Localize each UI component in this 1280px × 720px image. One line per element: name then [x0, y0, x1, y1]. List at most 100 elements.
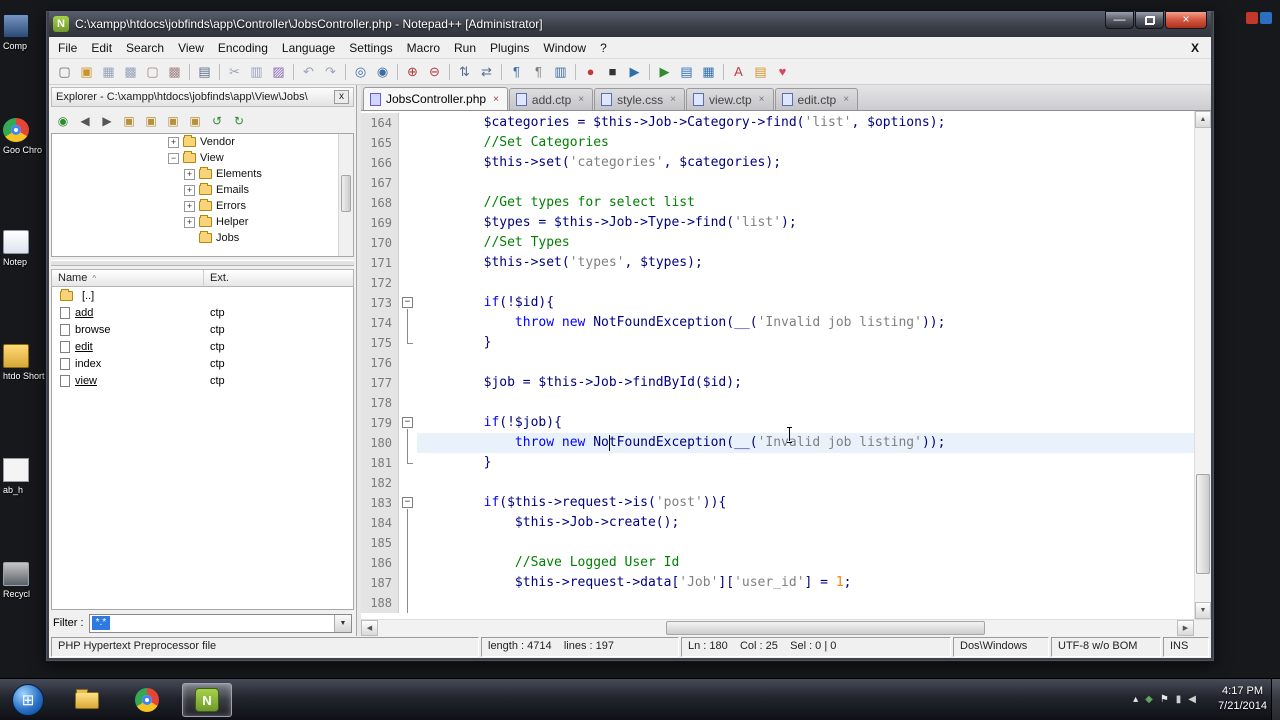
tab-edit-ctp[interactable]: edit.ctp × — [774, 88, 859, 110]
tab-style-css[interactable]: style.css × — [594, 88, 685, 110]
fold-collapse-icon[interactable]: − — [402, 497, 413, 508]
scroll-up-icon[interactable]: ▲ — [1195, 111, 1211, 128]
column-header-name[interactable]: Name ^ — [52, 270, 204, 286]
fold-collapse-icon[interactable]: − — [402, 417, 413, 428]
fold-marker[interactable]: − — [399, 493, 417, 513]
code-line-165[interactable]: 165 //Set Categories — [361, 133, 1194, 153]
tree-item-view[interactable]: − View — [52, 150, 353, 166]
taskbar-chrome-button[interactable] — [122, 683, 172, 717]
sync-vertical-icon[interactable]: ⇅ — [454, 61, 475, 82]
explorer-refresh-all-icon[interactable]: ↻ — [229, 112, 249, 131]
file-row-browse[interactable]: browse ctp — [52, 321, 353, 338]
zoom-out-icon[interactable]: ⊖ — [424, 61, 445, 82]
menu-settings[interactable]: Settings — [342, 39, 399, 57]
tree-item-helper[interactable]: + Helper — [52, 214, 353, 230]
tab-close-icon[interactable]: × — [841, 94, 851, 105]
scroll-left-icon[interactable]: ◀ — [361, 620, 378, 636]
code-line-180[interactable]: 180 throw new NotFoundException(__('Inva… — [361, 433, 1194, 453]
taskbar-clock[interactable]: 4:17 PM 7/21/2014 — [1218, 684, 1267, 714]
replace-icon[interactable]: ◉ — [372, 61, 393, 82]
vertical-scrollbar-thumb[interactable] — [1196, 474, 1210, 574]
open-file-icon[interactable]: ▣ — [76, 61, 97, 82]
word-wrap-icon[interactable]: ¶ — [506, 61, 527, 82]
code-line-172[interactable]: 172 — [361, 273, 1194, 293]
explorer-info-icon[interactable]: ◉ — [53, 112, 73, 131]
column-header-ext[interactable]: Ext. — [204, 270, 353, 286]
code-line-182[interactable]: 182 — [361, 473, 1194, 493]
spell-check-icon[interactable]: A — [728, 61, 749, 82]
doc-map-icon[interactable]: ▦ — [698, 61, 719, 82]
desktop-icon-htdocs-shortcut[interactable]: htdo Short — [3, 344, 45, 381]
filter-combobox[interactable]: *.* ▼ — [88, 613, 352, 633]
menu-window[interactable]: Window — [536, 39, 593, 57]
show-hidden-icons-icon[interactable]: ▴ — [1133, 694, 1138, 705]
desktop-icon-ab-h[interactable]: ab_h — [3, 458, 45, 495]
network-icon[interactable]: ▮ — [1176, 694, 1182, 705]
start-button[interactable]: ⊞ — [12, 684, 44, 716]
save-all-icon[interactable]: ▩ — [120, 61, 141, 82]
tab-close-icon[interactable]: × — [576, 94, 586, 105]
editor-vertical-scrollbar[interactable]: ▲ ▼ — [1194, 111, 1211, 619]
new-file-icon[interactable]: ▢ — [54, 61, 75, 82]
file-row-index[interactable]: index ctp — [52, 355, 353, 372]
menu-encoding[interactable]: Encoding — [211, 39, 275, 57]
tree-item-jobs[interactable]: Jobs — [52, 230, 353, 246]
macro-play-icon[interactable]: ▶ — [624, 61, 645, 82]
taskbar-notepadpp-button[interactable]: N — [182, 683, 232, 717]
find-icon[interactable]: ◎ — [350, 61, 371, 82]
menu-close-button[interactable]: X — [1181, 41, 1209, 55]
menu-file[interactable]: File — [51, 39, 84, 57]
code-line-168[interactable]: 168 //Get types for select list — [361, 193, 1194, 213]
desktop-icon-recycle-bin[interactable]: Recycl — [3, 562, 45, 599]
code-line-183[interactable]: 183− if($this->request->is('post')){ — [361, 493, 1194, 513]
volume-icon[interactable]: ◀ — [1188, 694, 1196, 705]
menu-plugins[interactable]: Plugins — [483, 39, 536, 57]
plus-toggle-icon[interactable]: + — [184, 216, 195, 228]
explorer-forward-icon[interactable]: ▶ — [97, 112, 117, 131]
tab-view-ctp[interactable]: view.ctp × — [685, 88, 774, 110]
explorer-close-icon[interactable]: x — [334, 90, 349, 104]
explorer-splitter[interactable] — [51, 260, 354, 266]
fold-collapse-icon[interactable]: − — [402, 297, 413, 308]
file-row-add[interactable]: add ctp — [52, 304, 353, 321]
tree-item-vendor[interactable]: + Vendor — [52, 134, 353, 150]
scroll-right-icon[interactable]: ▶ — [1177, 620, 1194, 636]
tree-item-emails[interactable]: + Emails — [52, 182, 353, 198]
code-area[interactable]: 164 $categories = $this->Job->Category->… — [361, 111, 1194, 619]
code-line-171[interactable]: 171 $this->set('types', $types); — [361, 253, 1194, 273]
vertical-scroll-track[interactable] — [1195, 128, 1211, 602]
code-line-187[interactable]: 187 $this->request->data['Job']['user_id… — [361, 573, 1194, 593]
status-encoding[interactable]: UTF-8 w/o BOM — [1051, 637, 1161, 657]
close-button[interactable]: × — [1165, 11, 1207, 29]
horizontal-scrollbar-thumb[interactable] — [665, 621, 986, 635]
tree-item-elements[interactable]: + Elements — [52, 166, 353, 182]
tab-close-icon[interactable]: × — [491, 94, 501, 105]
zoom-in-icon[interactable]: ⊕ — [402, 61, 423, 82]
code-line-174[interactable]: 174 throw new NotFoundException(__('Inva… — [361, 313, 1194, 333]
editor-horizontal-scrollbar[interactable]: ◀ ▶ — [361, 619, 1211, 636]
code-line-167[interactable]: 167 — [361, 173, 1194, 193]
dropdown-arrow-icon[interactable]: ▼ — [334, 614, 351, 632]
minus-toggle-icon[interactable]: − — [168, 152, 179, 164]
menu-view[interactable]: View — [171, 39, 211, 57]
explorer-folder-find-icon[interactable]: ▣ — [163, 112, 183, 131]
menu-help[interactable]: ? — [593, 39, 614, 57]
tab-close-icon[interactable]: × — [757, 94, 767, 105]
code-line-178[interactable]: 178 — [361, 393, 1194, 413]
tree-scrollbar-thumb[interactable] — [341, 175, 351, 213]
tab-add-ctp[interactable]: add.ctp × — [508, 88, 594, 110]
copy-icon[interactable]: ▥ — [246, 61, 267, 82]
code-line-173[interactable]: 173− if(!$id){ — [361, 293, 1194, 313]
explorer-refresh-icon[interactable]: ↺ — [207, 112, 227, 131]
plus-toggle-icon[interactable]: + — [168, 136, 179, 148]
desktop-icon-chrome[interactable]: Goo Chro — [3, 118, 45, 155]
sync-horizontal-icon[interactable]: ⇄ — [476, 61, 497, 82]
macro-record-icon[interactable]: ● — [580, 61, 601, 82]
code-line-177[interactable]: 177 $job = $this->Job->findById($id); — [361, 373, 1194, 393]
fold-marker[interactable]: − — [399, 293, 417, 313]
menu-edit[interactable]: Edit — [84, 39, 119, 57]
status-insert-mode[interactable]: INS — [1163, 637, 1209, 657]
status-eol-format[interactable]: Dos\Windows — [953, 637, 1049, 657]
code-line-166[interactable]: 166 $this->set('categories', $categories… — [361, 153, 1194, 173]
close-all-icon[interactable]: ▩ — [164, 61, 185, 82]
